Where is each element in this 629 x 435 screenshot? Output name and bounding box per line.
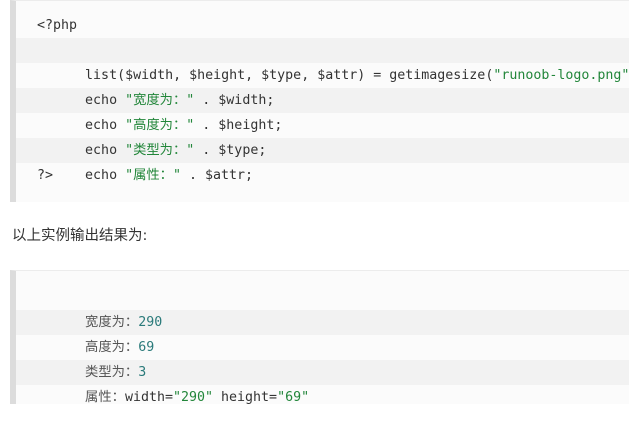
output-height-label: 高度为： — [85, 340, 139, 355]
php-code-block: <?php list($width, $height, $type, $attr… — [10, 0, 629, 202]
code-token-type-var: . $type; — [194, 143, 267, 158]
code-token-filename: "runoob-logo.png" — [493, 68, 629, 83]
output-width-value: 290 — [138, 315, 163, 330]
code-line-php-open: <?php — [37, 18, 78, 33]
output-intro-text: 以上实例输出结果为: — [12, 228, 148, 244]
output-code-block: 宽度为：290 高度为：69 类型为：3 属性：width="290" heig… — [10, 270, 629, 405]
code-token-width-label: "宽度为：" — [125, 93, 195, 108]
output-attr-height-value: "69" — [277, 390, 310, 405]
code-token-list-call: list($width, $height, $type, $attr) = ge… — [85, 68, 494, 83]
output-attr-label: 属性： — [85, 390, 125, 405]
code-token-echo: echo — [85, 118, 126, 133]
code-token-height-var: . $height; — [194, 118, 283, 133]
code-token-type-label: "类型为：" — [125, 143, 195, 158]
code-token-echo: echo — [85, 168, 126, 183]
code-token-attr-var: . $attr; — [180, 168, 254, 183]
output-line-width: 宽度为：290 — [16, 285, 629, 330]
code-token-attr-label: "属性：" — [125, 168, 181, 183]
output-height-value: 69 — [138, 340, 155, 355]
output-attr-width-key: width= — [124, 390, 173, 405]
output-width-label: 宽度为： — [85, 315, 139, 330]
output-type-value: 3 — [138, 365, 147, 380]
code-token-width-var: . $width; — [194, 93, 275, 108]
code-token-height-label: "高度为：" — [125, 118, 195, 133]
output-attr-height-key: height= — [213, 390, 278, 405]
code-token-echo: echo — [85, 143, 126, 158]
code-token-echo: echo — [85, 93, 126, 108]
output-attr-width-value: "290" — [172, 390, 214, 405]
code-line-getimagesize: list($width, $height, $type, $attr) = ge… — [16, 38, 629, 83]
output-type-label: 类型为： — [85, 365, 139, 380]
